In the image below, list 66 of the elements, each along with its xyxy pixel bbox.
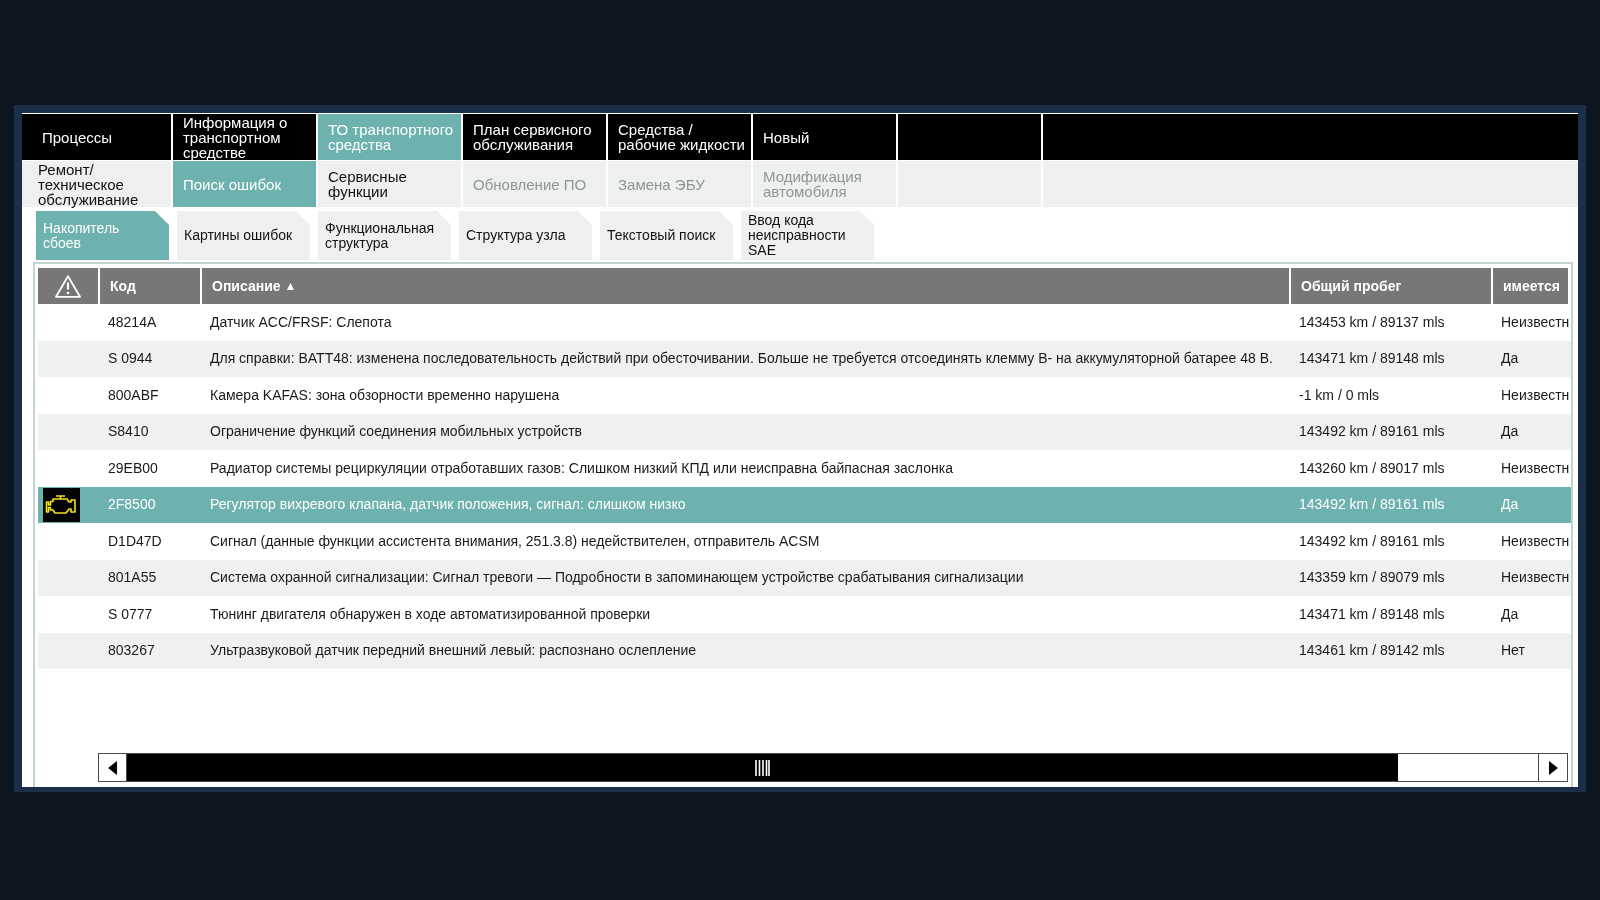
function-tab[interactable]: Ввод кода неисправности SAE	[741, 211, 874, 260]
table-cell-text: 800ABF	[107, 385, 160, 405]
function-tab[interactable]: Функциональная структура	[318, 211, 451, 260]
table-cell-text: Ограничение функций соединения мобильных устройств	[209, 422, 584, 442]
table-cell-text: Камера KAFAS: зона обзорности временно нарушена	[209, 385, 561, 405]
table-cell-text: 143260 km / 89017 mls	[1298, 458, 1446, 478]
function-tab[interactable]: Текстовый поиск	[600, 211, 733, 260]
table-cell-text: Ультразвуковой датчик передний внешний левый: распознано ослепление	[209, 641, 698, 661]
main-tab[interactable]: Информация о транспортном средстве	[173, 114, 316, 160]
sub-tab[interactable]: Ремонт/ техническое обслуживание	[22, 161, 171, 207]
table-cell-text: 143453 km / 89137 mls	[1298, 312, 1446, 332]
table-cell-text: 143492 km / 89161 mls	[1298, 422, 1446, 442]
warning-icon	[55, 274, 81, 298]
left-arrow-icon	[108, 760, 117, 775]
column-header[interactable]: имеется	[1493, 268, 1568, 304]
table-cell-text: 2F8500	[107, 495, 157, 515]
table-cell-text: 143461 km / 89142 mls	[1298, 641, 1446, 661]
table-cell-text: 143359 km / 89079 mls	[1298, 568, 1446, 588]
table-cell-text: Неизвестн	[1500, 385, 1568, 405]
table-cell-text: 143492 km / 89161 mls	[1298, 531, 1446, 551]
table-cell-text: Сигнал (данные функции ассистента внимания, 251.3.8) недействителен, отправитель ACSM	[209, 531, 821, 551]
table-cell-text: Да	[1500, 495, 1520, 515]
table-row[interactable]: 803267 Ультразвуковой датчик передний внешний левый: распознано ослепление 143461 km / 89142 mls Нет	[38, 632, 1571, 669]
main-tab[interactable]: Новый	[753, 114, 896, 160]
table-cell-text: Неизвестн	[1500, 531, 1568, 551]
table-cell-text: Да	[1500, 349, 1520, 369]
column-header[interactable]: Код	[100, 268, 200, 304]
table-row[interactable]: 801A55 Система охранной сигнализации: Сигнал тревоги — Подробности в запоминающем устройстве срабатывания сигнализации 143359 km / 89079 mls Неизвестн	[38, 559, 1571, 596]
table-cell-text: Неизвестн	[1500, 568, 1568, 588]
table-cell-text: Радиатор системы рециркуляции отработавших газов: Слишком низкий КПД или неисправна байпасная заслонка	[209, 458, 954, 478]
function-tab[interactable]: Картины ошибок	[177, 211, 310, 260]
table-cell-text: Да	[1500, 604, 1520, 624]
table-cell-text: 143492 km / 89161 mls	[1298, 495, 1446, 515]
table-cell-text: Регулятор вихревого клапана, датчик положения, сигнал: слишком низко	[209, 495, 687, 515]
table-cell-text: Датчик ACC/FRSF: Слепота	[209, 312, 393, 332]
right-arrow-icon	[1548, 760, 1558, 775]
table-cell-text: S 0944	[107, 349, 154, 369]
sub-tab[interactable]: Сервисные функции	[318, 161, 461, 207]
column-header[interactable]	[38, 268, 98, 304]
column-header[interactable]: Общий пробег	[1291, 268, 1491, 304]
table-cell-text: S 0777	[107, 604, 154, 624]
table-row[interactable]: S8410 Ограничение функций соединения мобильных устройств 143492 km / 89161 mls Да	[38, 413, 1571, 450]
table-cell-text: Для справки: BATT48: изменена последовательность действий при обесточивании. Больше не требуется отсоединять клемму B- на аккумуляторной батарее 48 B.	[209, 349, 1274, 369]
table-cell-text: Да	[1500, 422, 1520, 442]
main-tab[interactable]: План сервисного обслуживания	[463, 114, 606, 160]
table-cell-text: D1D47D	[107, 531, 163, 551]
table-cell-text: -1 km / 0 mls	[1298, 385, 1381, 405]
table-cell-text: 143471 km / 89148 mls	[1298, 604, 1446, 624]
grip-icon	[755, 759, 770, 776]
table-cell-text: Тюнинг двигателя обнаружен в ходе автоматизированной проверки	[209, 604, 652, 624]
table-cell-text: 803267	[107, 641, 156, 661]
table-cell-text: 143471 km / 89148 mls	[1298, 349, 1446, 369]
main-tab[interactable]: Процессы	[22, 114, 171, 160]
table-cell-text: 29EB00	[107, 458, 159, 478]
table-cell-text: 801A55	[107, 568, 158, 588]
table-row[interactable]: S 0944 Для справки: BATT48: изменена последовательность действий при обесточивании. Больше не требуется отсоединять клемму B- на аккумуляторной батарее 48 B. 143471 km / 89148 mls Да	[38, 340, 1571, 377]
table-cell-text: Нет	[1500, 641, 1526, 661]
table-cell-text: Неизвестн	[1500, 458, 1568, 478]
main-tab[interactable]: Средства / рабочие жидкости	[608, 114, 751, 160]
column-header[interactable]: Описание ▲	[202, 268, 1289, 304]
table-cell-text: Неизвестн	[1500, 312, 1568, 332]
table-cell-text: Система охранной сигнализации: Сигнал тревоги — Подробности в запоминающем устройстве срабатывания сигнализации	[209, 568, 1025, 588]
table-cell-text: 48214A	[107, 312, 158, 332]
scrollbar-thumb[interactable]	[127, 754, 1398, 781]
table-cell-text: S8410	[107, 422, 150, 442]
function-tab[interactable]: Структура узла	[459, 211, 592, 260]
